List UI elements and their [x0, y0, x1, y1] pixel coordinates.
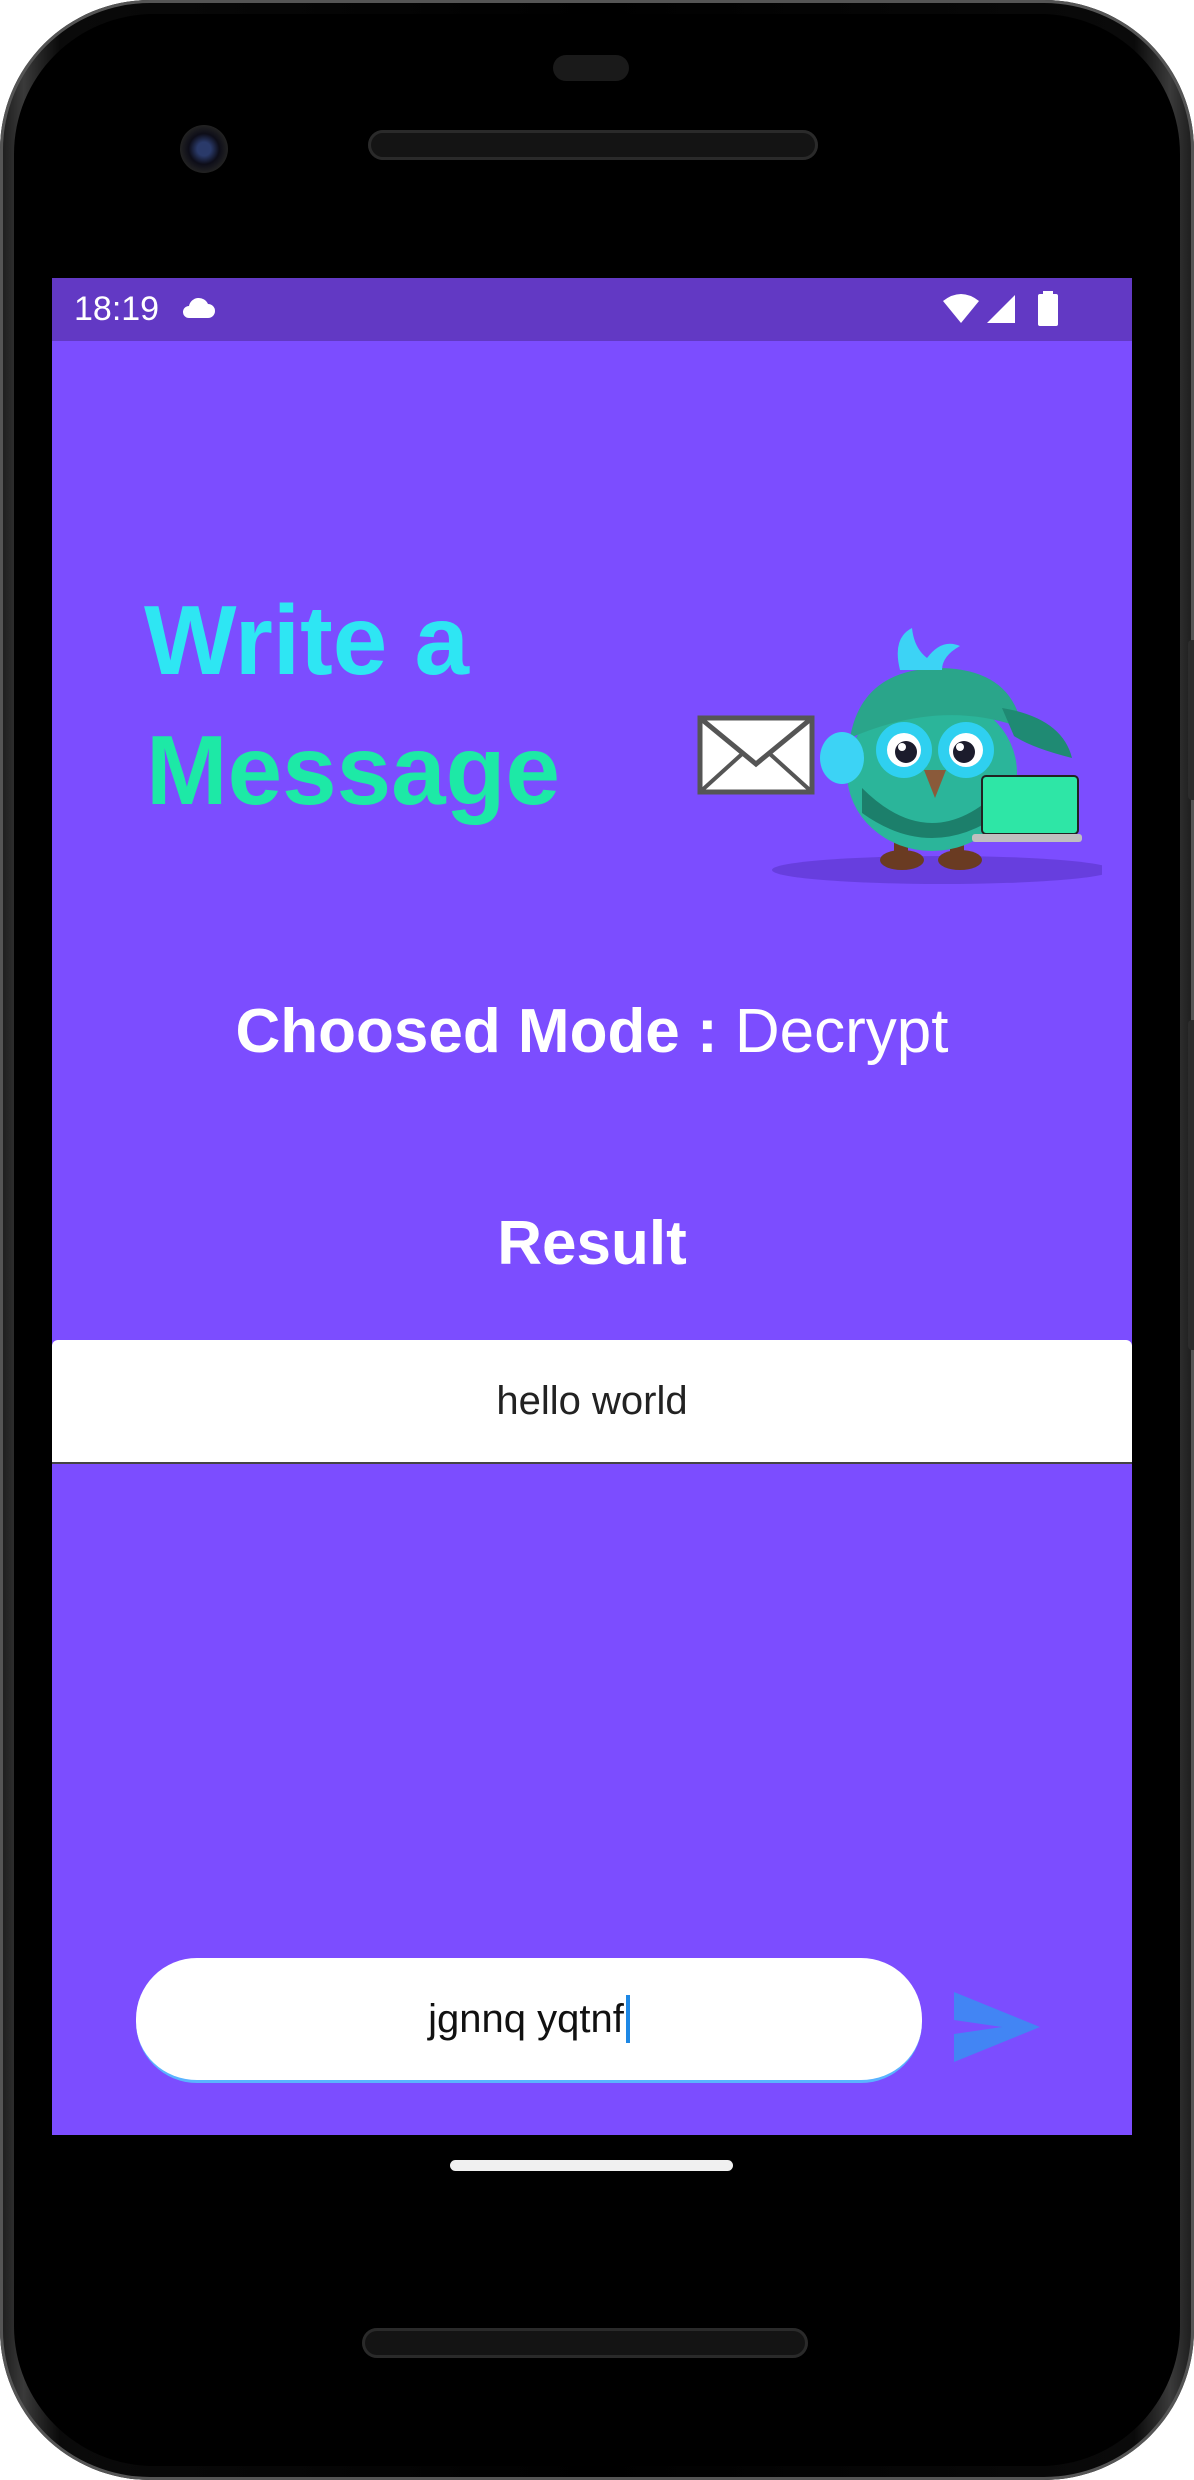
battery-icon	[1037, 291, 1059, 332]
result-output-field[interactable]: hello world	[52, 1340, 1132, 1464]
app-screen: 18:19 Write a Message Choosed Mode: Dec…	[52, 278, 1132, 2135]
owl-mascot-illustration	[642, 598, 1112, 903]
bottom-speaker-grille	[362, 2328, 808, 2358]
result-text: hello world	[496, 1378, 688, 1423]
earpiece	[553, 55, 629, 81]
send-button[interactable]	[952, 1990, 1042, 2069]
result-heading: Result	[497, 1209, 687, 1278]
top-speaker-grille	[368, 130, 818, 160]
mode-value: Decrypt	[734, 997, 949, 1066]
title-line-1: Write a	[144, 585, 469, 695]
status-bar: 18:19	[52, 278, 1132, 341]
text-cursor	[625, 1995, 630, 2043]
message-input-value: jgnnq yqtnf	[428, 1996, 624, 2041]
envelope-icon	[697, 715, 815, 795]
mode-label: Choosed Mode :	[235, 997, 718, 1066]
signal-icon	[985, 293, 1017, 330]
title-line-2: Message	[146, 715, 561, 825]
power-button	[1188, 640, 1194, 800]
gesture-home-bar[interactable]	[450, 2160, 733, 2171]
front-camera	[180, 125, 228, 173]
send-icon	[954, 1992, 1040, 2062]
status-time: 18:19	[74, 290, 160, 328]
volume-button	[1188, 1020, 1194, 1350]
chosen-mode-line: Choosed Mode : Decrypt	[52, 996, 1132, 1067]
laptop-icon	[972, 775, 1082, 842]
wifi-icon	[942, 293, 980, 330]
message-input[interactable]: jgnnq yqtnf	[136, 1958, 922, 2083]
device-frame: 18:19 Write a Message Choosed Mode: Dec…	[0, 0, 1194, 2480]
cloud-icon	[180, 296, 216, 325]
